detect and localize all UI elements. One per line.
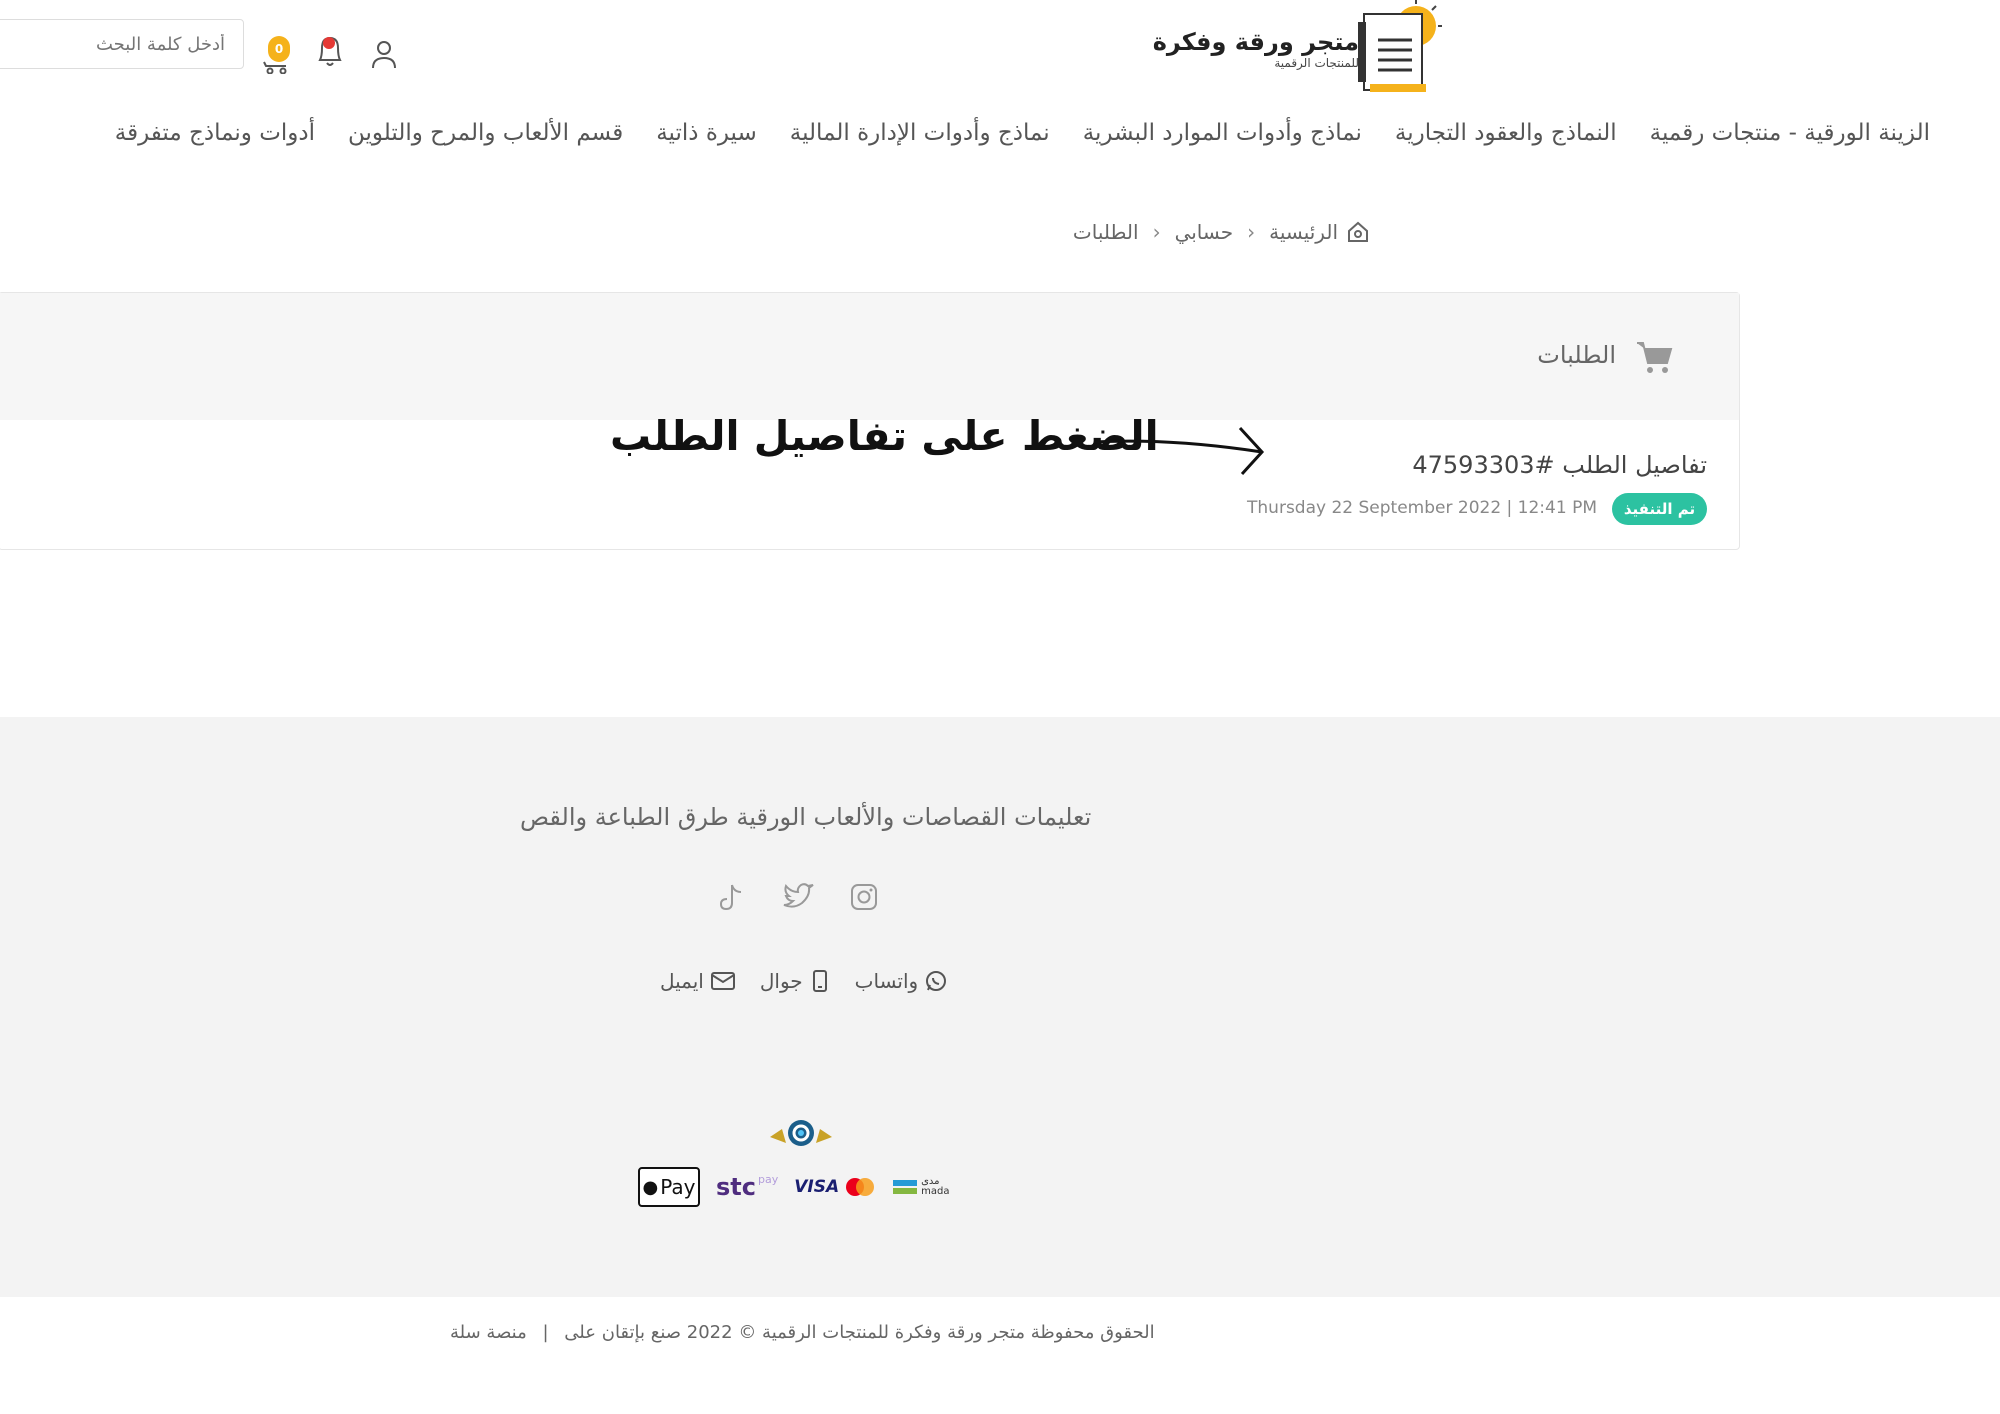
visa-mastercard-logo: VISA (794, 1176, 877, 1198)
notifications-button[interactable] (312, 28, 348, 74)
nav-item-paper-decor[interactable]: الزينة الورقية - منتجات رقمية (1650, 120, 1930, 160)
annotation-text: الضغط على تفاصيل الطلب (610, 412, 1159, 460)
nav-item-resume[interactable]: سيرة ذاتية (656, 120, 757, 160)
order-status-badge: تم التنفيذ (1612, 493, 1707, 525)
twitter-icon[interactable] (780, 879, 816, 915)
mobile-label: جوال (759, 969, 803, 993)
logo-subtitle: للمنتجات الرقمية (1274, 56, 1359, 70)
breadcrumb-account[interactable]: حسابي (1175, 220, 1234, 244)
breadcrumb-home[interactable]: الرئيسية (1269, 220, 1338, 244)
chevron-left-icon: ‹ (1152, 220, 1161, 244)
footer: تعليمات القصاصات والألعاب الورقية طرق ال… (0, 717, 2000, 1297)
cart-icon (1637, 342, 1673, 373)
envelope-icon (710, 972, 735, 990)
nav-item-misc[interactable]: أدوات ونماذج متفرقة (115, 120, 315, 160)
stc-label: stc (716, 1173, 756, 1201)
whatsapp-link[interactable]: واتساب (855, 969, 949, 993)
payment-methods: ● Pay stc pay VISA مدى mada (638, 1167, 949, 1207)
search-input[interactable] (0, 20, 243, 68)
copyright-bar: الحقوق محفوظة متجر ورقة وفكرة للمنتجات ا… (450, 1322, 1155, 1343)
main-nav: الزينة الورقية - منتجات رقمية النماذج وا… (115, 120, 1930, 160)
whatsapp-icon (926, 971, 947, 991)
business-registration-badge-icon[interactable] (766, 1113, 836, 1153)
store-logo[interactable]: متجر ورقة وفكرة للمنتجات الرقمية (1132, 0, 1452, 95)
apple-pay-label: Pay (660, 1175, 696, 1199)
nav-item-games[interactable]: قسم الألعاب والمرح والتلوين (348, 120, 623, 160)
breadcrumb-current: الطلبات (1072, 220, 1139, 244)
logo-lightbulb-icon (1358, 0, 1442, 92)
stc-pay-logo: stc pay (716, 1173, 778, 1201)
orders-title: الطلبات (1537, 341, 1616, 369)
mada-label: mada (921, 1186, 950, 1197)
nav-item-finance-tools[interactable]: نماذج وأدوات الإدارة المالية (790, 120, 1050, 160)
mobile-link[interactable]: جوال (760, 969, 831, 993)
order-date: Thursday 22 September 2022 | 12:41 PM (1247, 498, 1597, 518)
stc-pay-label: pay (757, 1173, 779, 1186)
bell-icon (318, 36, 342, 66)
logo-title: متجر ورقة وفكرة (1152, 28, 1359, 56)
account-button[interactable] (366, 28, 402, 74)
footer-description-link[interactable]: تعليمات القصاصات والألعاب الورقية طرق ال… (520, 803, 1091, 831)
cart-count-badge: 0 (268, 36, 290, 62)
user-icon (372, 41, 396, 69)
search-box[interactable] (0, 19, 244, 69)
copyright-separator: | (542, 1322, 549, 1343)
cart-button[interactable]: 0 (258, 28, 294, 74)
orders-panel-header: الطلبات (0, 293, 1739, 420)
apple-icon: ● (642, 1176, 659, 1198)
whatsapp-label: واتساب (854, 969, 919, 993)
email-label: ايميل (660, 969, 704, 993)
social-links (714, 879, 882, 915)
chevron-left-icon: ‹ (1247, 220, 1256, 244)
mada-stripes-icon (893, 1180, 918, 1194)
mada-logo: مدى mada (893, 1177, 949, 1197)
nav-item-hr-tools[interactable]: نماذج وأدوات الموارد البشرية (1083, 120, 1362, 160)
mobile-phone-icon (812, 970, 827, 992)
instagram-icon[interactable] (846, 879, 882, 915)
tiktok-icon[interactable] (714, 879, 750, 915)
order-details-link[interactable]: تفاصيل الطلب #47593303 (1412, 451, 1707, 479)
mada-text: مدى mada (921, 1177, 949, 1197)
copyright-text: الحقوق محفوظة متجر ورقة وفكرة للمنتجات ا… (564, 1322, 1155, 1343)
logo-text: متجر ورقة وفكرة للمنتجات الرقمية (1153, 28, 1359, 70)
contact-links: واتساب جوال ايميل (660, 969, 948, 993)
email-link[interactable]: ايميل (660, 969, 736, 993)
apple-pay-logo: ● Pay (638, 1167, 700, 1207)
platform-link[interactable]: منصة سلة (450, 1322, 527, 1343)
home-icon[interactable] (1346, 220, 1370, 244)
annotation-arrow-icon (1093, 426, 1265, 476)
nav-item-business-forms[interactable]: النماذج والعقود التجارية (1395, 120, 1617, 160)
visa-label: VISA (794, 1177, 840, 1197)
mastercard-icon (846, 1178, 875, 1196)
breadcrumb: الرئيسية ‹ حسابي ‹ الطلبات (1073, 220, 1370, 244)
